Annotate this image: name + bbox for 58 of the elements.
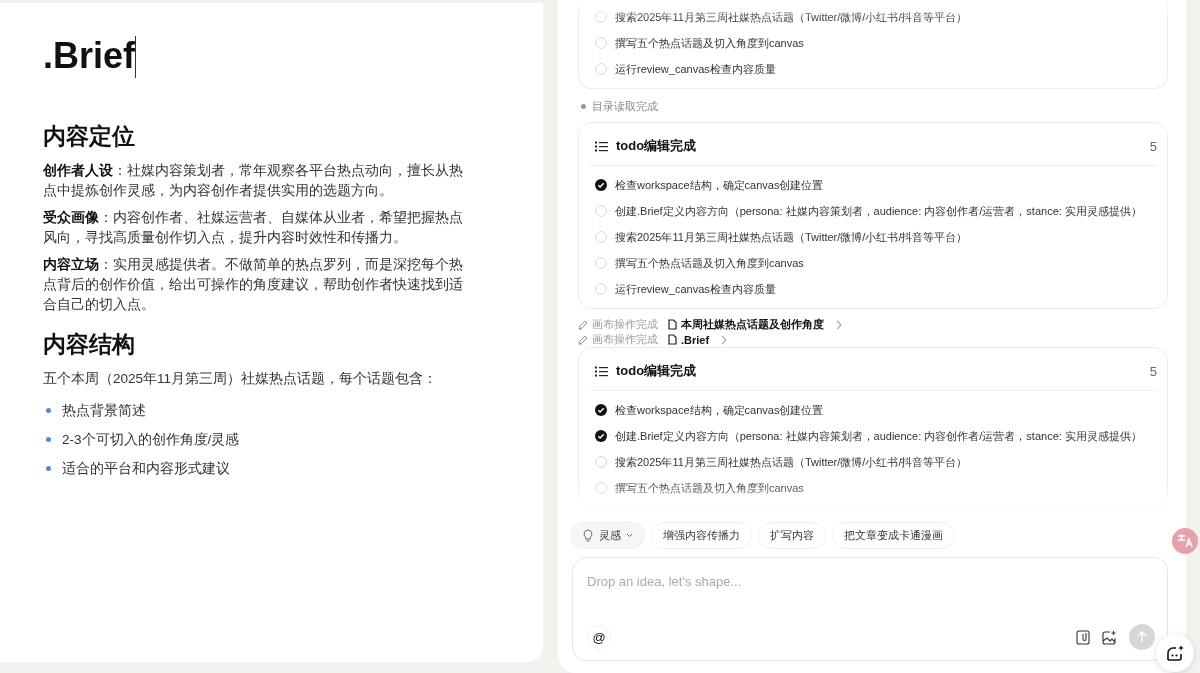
todo-item: 撰写五个热点话题及切入角度到canvas	[615, 480, 804, 496]
lightbulb-icon	[582, 529, 594, 542]
file-icon	[668, 319, 677, 330]
todo-item: 检查workspace结构，确定canvas创建位置	[615, 402, 824, 418]
todo-item: 搜索2025年11月第三周社媒热点话题（Twitter/微博/小红书/抖音等平台）	[615, 9, 968, 25]
todo-item: 创建.Brief定义内容方向（persona: 社媒内容策划者，audience: 内容创作者/运营者，stance: 实用灵感提供）	[615, 203, 1142, 219]
send-button[interactable]	[1129, 624, 1155, 650]
bullet-text: 适合的平台和内容形式建议	[62, 459, 230, 478]
image-sparkle-icon[interactable]	[1102, 629, 1117, 645]
caret-icon	[626, 533, 633, 538]
paragraph: 五个本周（2025年11月第三周）社媒热点话题，每个话题包含：	[43, 370, 439, 388]
todo-item: 撰写五个热点话题及切入角度到canvas	[615, 255, 804, 271]
todo-item: 运行review_canvas检查内容质量	[615, 281, 776, 297]
suggestion-chip[interactable]: 把文章变成卡通漫画	[832, 522, 955, 549]
status-text: 画布操作完成	[592, 317, 658, 332]
file-link[interactable]: .Brief	[681, 333, 710, 346]
arrow-up-icon	[1137, 631, 1147, 643]
section-heading: 内容定位	[43, 122, 136, 151]
bullet-dot	[46, 408, 51, 413]
paragraph: 受众画像：内容创作者、社媒运营者、自媒体从业者，希望把握热点风向，寻找高质量创作切入点，提升内容时效性和传播力。	[43, 209, 464, 247]
chevron-right-icon[interactable]	[836, 319, 842, 330]
translate-icon[interactable]	[1172, 528, 1198, 554]
inspiration-dropdown[interactable]: 灵感	[570, 522, 645, 549]
document-title[interactable]: .Brief	[43, 33, 136, 79]
bullet-text: 热点背景简述	[62, 401, 146, 420]
card-title: todo编辑完成	[616, 137, 697, 155]
mention-button[interactable]: @	[587, 625, 611, 649]
section-heading: 内容结构	[43, 330, 136, 359]
file-icon	[668, 334, 677, 345]
file-link[interactable]: 本周社媒热点话题及创作角度	[681, 317, 824, 332]
suggestion-chip[interactable]: 扩写内容	[758, 522, 826, 549]
text-cursor	[135, 36, 137, 78]
card-title: todo编辑完成	[616, 362, 697, 380]
status-dot	[581, 104, 586, 109]
list-icon	[595, 140, 608, 152]
message-composer[interactable]: Drop an idea, let's shape... @	[572, 557, 1168, 661]
todo-item: 检查workspace结构，确定canvas创建位置	[615, 177, 824, 193]
pencil-icon	[578, 319, 588, 330]
paragraph: 创作者人设：社媒内容策划者，常年观察各平台热点动向，擅长从热点中提炼创作灵感，为内容创作者提供实用的选题方向。	[43, 162, 464, 200]
todo-item: 运行review_canvas检查内容质量	[615, 61, 776, 77]
chevron-right-icon[interactable]	[721, 334, 728, 345]
todo-item: 撰写五个热点话题及切入角度到canvas	[615, 35, 804, 51]
suggestion-chip[interactable]: 增强内容传播力	[651, 522, 752, 549]
bullet-dot	[46, 437, 51, 442]
todo-count: 5	[1149, 363, 1157, 379]
list-icon	[595, 365, 608, 377]
paragraph: 内容立场：实用灵感提供者。不做简单的热点罗列，而是深挖每个热点背后的创作价值，给出可操作的角度建议，帮助创作者快速找到适合自己的切入点。	[43, 256, 464, 314]
bullet-dot	[46, 466, 51, 471]
robot-icon	[1165, 644, 1185, 662]
status-text: 目录读取完成	[592, 99, 658, 114]
status-text: 画布操作完成	[592, 332, 658, 347]
todo-count: 5	[1149, 138, 1157, 154]
todo-item: 搜索2025年11月第三周社媒热点话题（Twitter/微博/小红书/抖音等平台）	[615, 454, 968, 470]
todo-item: 搜索2025年11月第三周社媒热点话题（Twitter/微博/小红书/抖音等平台）	[615, 229, 968, 245]
todo-item: 创建.Brief定义内容方向（persona: 社媒内容策划者，audience: 内容创作者/运营者，stance: 实用灵感提供）	[615, 428, 1142, 444]
attach-icon[interactable]	[1076, 629, 1090, 645]
bullet-text: 2-3个可切入的创作角度/灵感	[62, 430, 240, 449]
pencil-icon	[578, 334, 588, 345]
